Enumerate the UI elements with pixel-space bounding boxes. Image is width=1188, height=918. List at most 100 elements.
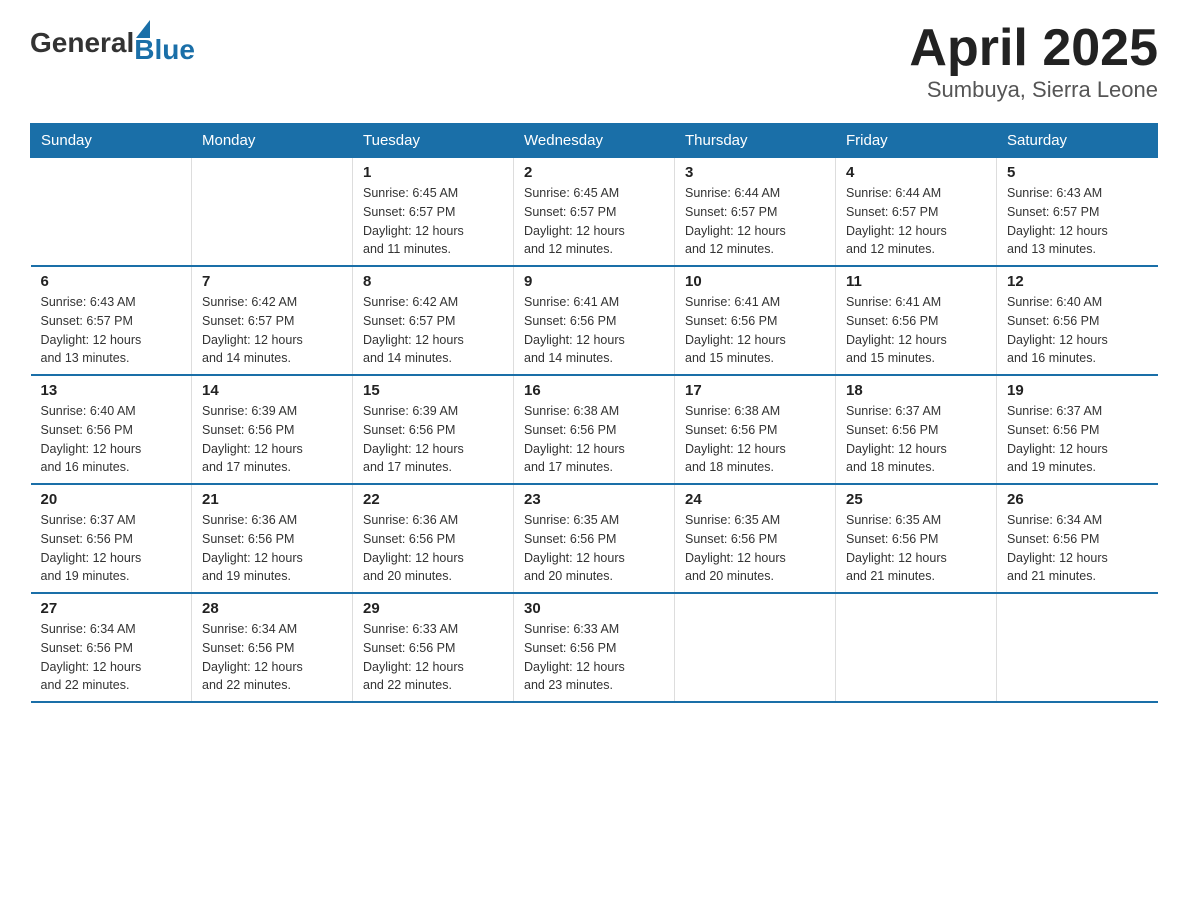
day-info: Sunrise: 6:45 AM Sunset: 6:57 PM Dayligh…	[524, 184, 664, 259]
calendar-cell: 12Sunrise: 6:40 AM Sunset: 6:56 PM Dayli…	[997, 266, 1158, 375]
header-day-wednesday: Wednesday	[514, 124, 675, 158]
week-row-4: 20 Sunrise: 6:37 AM Sunset: 6:56 PM Dayli…	[31, 484, 1158, 593]
day-info: Sunrise: 6:37 AM Sunset: 6:56 PM Dayligh…	[41, 511, 182, 586]
day-number: 20	[41, 491, 182, 508]
logo-general-text: General	[30, 27, 134, 59]
calendar-cell: 14 Sunrise: 6:39 AM Sunset: 6:56 PM Dayli…	[192, 375, 353, 484]
calendar-cell	[836, 593, 997, 702]
day-number: 14	[202, 382, 342, 399]
calendar-header: SundayMondayTuesdayWednesdayThursdayFrid…	[31, 124, 1158, 158]
day-number: 1	[363, 164, 503, 181]
day-number: 10	[685, 273, 825, 290]
logo-blue-part: Blue	[134, 20, 195, 66]
calendar-cell: 2 Sunrise: 6:45 AM Sunset: 6:57 PM Daylig…	[514, 158, 675, 267]
calendar-cell	[997, 593, 1158, 702]
week-row-2: 6 Sunrise: 6:43 AM Sunset: 6:57 PM Daylig…	[31, 266, 1158, 375]
header-day-thursday: Thursday	[675, 124, 836, 158]
day-info: Sunrise: 6:44 AM Sunset: 6:57 PM Dayligh…	[685, 184, 825, 259]
day-info: Sunrise: 6:42 AM Sunset: 6:57 PM Dayligh…	[363, 293, 503, 368]
calendar-cell: 23 Sunrise: 6:35 AM Sunset: 6:56 PM Dayli…	[514, 484, 675, 593]
day-info: Sunrise: 6:35 AM Sunset: 6:56 PM Dayligh…	[846, 511, 986, 586]
calendar-cell: 30 Sunrise: 6:33 AM Sunset: 6:56 PM Dayli…	[514, 593, 675, 702]
day-info: Sunrise: 6:40 AM Sunset: 6:56 PM Dayligh…	[41, 402, 182, 477]
day-info: Sunrise: 6:39 AM Sunset: 6:56 PM Dayligh…	[363, 402, 503, 477]
calendar-cell: 21Sunrise: 6:36 AM Sunset: 6:56 PM Dayli…	[192, 484, 353, 593]
day-info: Sunrise: 6:37 AM Sunset: 6:56 PM Dayligh…	[846, 402, 986, 477]
calendar-cell: 25Sunrise: 6:35 AM Sunset: 6:56 PM Dayli…	[836, 484, 997, 593]
title-block: April 2025 Sumbuya, Sierra Leone	[909, 20, 1158, 103]
day-number: 19	[1007, 382, 1148, 399]
day-info: Sunrise: 6:34 AM Sunset: 6:56 PM Dayligh…	[202, 620, 342, 695]
day-number: 15	[363, 382, 503, 399]
day-number: 23	[524, 491, 664, 508]
calendar-cell: 4Sunrise: 6:44 AM Sunset: 6:57 PM Daylig…	[836, 158, 997, 267]
day-number: 30	[524, 600, 664, 617]
calendar-cell: 7Sunrise: 6:42 AM Sunset: 6:57 PM Daylig…	[192, 266, 353, 375]
calendar-cell: 17 Sunrise: 6:38 AM Sunset: 6:56 PM Dayli…	[675, 375, 836, 484]
day-number: 29	[363, 600, 503, 617]
calendar-cell: 20 Sunrise: 6:37 AM Sunset: 6:56 PM Dayli…	[31, 484, 192, 593]
page-title: April 2025	[909, 20, 1158, 77]
calendar-cell: 8 Sunrise: 6:42 AM Sunset: 6:57 PM Daylig…	[353, 266, 514, 375]
day-info: Sunrise: 6:41 AM Sunset: 6:56 PM Dayligh…	[524, 293, 664, 368]
day-number: 7	[202, 273, 342, 290]
calendar-cell: 13 Sunrise: 6:40 AM Sunset: 6:56 PM Dayli…	[31, 375, 192, 484]
day-number: 9	[524, 273, 664, 290]
calendar-cell: 27 Sunrise: 6:34 AM Sunset: 6:56 PM Dayli…	[31, 593, 192, 702]
day-number: 21	[202, 491, 342, 508]
day-info: Sunrise: 6:34 AM Sunset: 6:56 PM Dayligh…	[41, 620, 182, 695]
calendar-body: 1 Sunrise: 6:45 AM Sunset: 6:57 PM Daylig…	[31, 158, 1158, 703]
day-number: 28	[202, 600, 342, 617]
calendar-cell: 3Sunrise: 6:44 AM Sunset: 6:57 PM Daylig…	[675, 158, 836, 267]
calendar-cell: 9 Sunrise: 6:41 AM Sunset: 6:56 PM Daylig…	[514, 266, 675, 375]
day-info: Sunrise: 6:40 AM Sunset: 6:56 PM Dayligh…	[1007, 293, 1148, 368]
week-row-5: 27 Sunrise: 6:34 AM Sunset: 6:56 PM Dayli…	[31, 593, 1158, 702]
day-info: Sunrise: 6:41 AM Sunset: 6:56 PM Dayligh…	[685, 293, 825, 368]
day-number: 11	[846, 273, 986, 290]
day-info: Sunrise: 6:43 AM Sunset: 6:57 PM Dayligh…	[41, 293, 182, 368]
day-info: Sunrise: 6:33 AM Sunset: 6:56 PM Dayligh…	[524, 620, 664, 695]
calendar-cell	[675, 593, 836, 702]
header-day-saturday: Saturday	[997, 124, 1158, 158]
calendar-cell: 16Sunrise: 6:38 AM Sunset: 6:56 PM Dayli…	[514, 375, 675, 484]
day-number: 5	[1007, 164, 1148, 181]
day-number: 2	[524, 164, 664, 181]
logo-blue-text: Blue	[134, 34, 195, 66]
day-number: 18	[846, 382, 986, 399]
day-number: 27	[41, 600, 182, 617]
calendar-cell	[192, 158, 353, 267]
calendar-cell: 26Sunrise: 6:34 AM Sunset: 6:56 PM Dayli…	[997, 484, 1158, 593]
calendar-cell: 11Sunrise: 6:41 AM Sunset: 6:56 PM Dayli…	[836, 266, 997, 375]
day-number: 8	[363, 273, 503, 290]
day-info: Sunrise: 6:38 AM Sunset: 6:56 PM Dayligh…	[685, 402, 825, 477]
day-info: Sunrise: 6:35 AM Sunset: 6:56 PM Dayligh…	[524, 511, 664, 586]
calendar-cell: 29 Sunrise: 6:33 AM Sunset: 6:56 PM Dayli…	[353, 593, 514, 702]
day-info: Sunrise: 6:37 AM Sunset: 6:56 PM Dayligh…	[1007, 402, 1148, 477]
calendar-cell: 18 Sunrise: 6:37 AM Sunset: 6:56 PM Dayli…	[836, 375, 997, 484]
header-day-tuesday: Tuesday	[353, 124, 514, 158]
day-number: 6	[41, 273, 182, 290]
calendar-cell: 1 Sunrise: 6:45 AM Sunset: 6:57 PM Daylig…	[353, 158, 514, 267]
day-info: Sunrise: 6:43 AM Sunset: 6:57 PM Dayligh…	[1007, 184, 1148, 259]
calendar-cell: 10 Sunrise: 6:41 AM Sunset: 6:56 PM Dayli…	[675, 266, 836, 375]
day-info: Sunrise: 6:39 AM Sunset: 6:56 PM Dayligh…	[202, 402, 342, 477]
day-info: Sunrise: 6:34 AM Sunset: 6:56 PM Dayligh…	[1007, 511, 1148, 586]
page-header: General Blue April 2025 Sumbuya, Sierra …	[30, 20, 1158, 103]
logo: General Blue	[30, 20, 195, 66]
day-number: 13	[41, 382, 182, 399]
calendar-cell: 6 Sunrise: 6:43 AM Sunset: 6:57 PM Daylig…	[31, 266, 192, 375]
day-number: 16	[524, 382, 664, 399]
header-day-friday: Friday	[836, 124, 997, 158]
header-day-monday: Monday	[192, 124, 353, 158]
header-day-sunday: Sunday	[31, 124, 192, 158]
day-number: 17	[685, 382, 825, 399]
calendar-table: SundayMondayTuesdayWednesdayThursdayFrid…	[30, 123, 1158, 703]
day-number: 22	[363, 491, 503, 508]
day-info: Sunrise: 6:44 AM Sunset: 6:57 PM Dayligh…	[846, 184, 986, 259]
calendar-cell: 15 Sunrise: 6:39 AM Sunset: 6:56 PM Dayli…	[353, 375, 514, 484]
calendar-cell: 24Sunrise: 6:35 AM Sunset: 6:56 PM Dayli…	[675, 484, 836, 593]
week-row-3: 13 Sunrise: 6:40 AM Sunset: 6:56 PM Dayli…	[31, 375, 1158, 484]
day-info: Sunrise: 6:33 AM Sunset: 6:56 PM Dayligh…	[363, 620, 503, 695]
calendar-cell: 5 Sunrise: 6:43 AM Sunset: 6:57 PM Daylig…	[997, 158, 1158, 267]
day-info: Sunrise: 6:45 AM Sunset: 6:57 PM Dayligh…	[363, 184, 503, 259]
